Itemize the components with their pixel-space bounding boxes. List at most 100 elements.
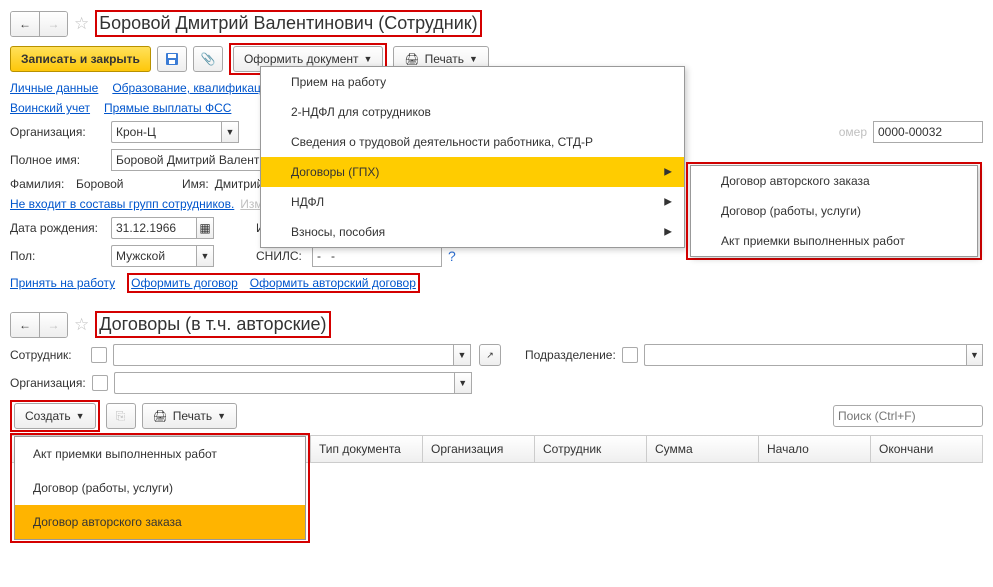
create-works[interactable]: Договор (работы, услуги)	[15, 471, 305, 505]
menu-ndfl-label: НДФЛ	[291, 195, 324, 209]
page-title: Боровой Дмитрий Валентинович (Сотрудник)	[95, 10, 481, 37]
printer-icon: 🖨	[153, 409, 168, 423]
dob-field[interactable]: ▦	[111, 217, 214, 239]
create-act[interactable]: Акт приемки выполненных работ	[15, 437, 305, 471]
sex-select[interactable]: ▼	[111, 245, 214, 267]
create-author[interactable]: Договор авторского заказа	[15, 505, 305, 539]
department-input[interactable]	[644, 344, 966, 366]
org-label: Организация:	[10, 125, 105, 139]
col-emp[interactable]: Сотрудник	[535, 436, 647, 462]
chevron-down-icon: ▼	[364, 54, 373, 64]
create-button[interactable]: Создать ▼	[14, 403, 96, 429]
not-in-groups-link[interactable]: Не входит в составы групп сотрудников.	[10, 197, 234, 211]
contract-link[interactable]: Оформить договор	[131, 276, 238, 290]
tab-personal[interactable]: Личные данные	[10, 81, 98, 95]
col-end[interactable]: Окончани	[871, 436, 982, 462]
submenu-act[interactable]: Акт приемки выполненных работ	[691, 226, 977, 256]
employee-lookup-button[interactable]: ↗	[479, 344, 501, 366]
forward-icon[interactable]: →	[39, 313, 67, 337]
org-input[interactable]	[111, 121, 221, 143]
create-menu-wrapper: Акт приемки выполненных работ Договор (р…	[10, 433, 310, 543]
submenu-arrow-icon: ▶	[664, 197, 672, 208]
back-icon[interactable]: ←	[11, 313, 39, 337]
printer-icon: 🖨	[404, 52, 419, 66]
menu-gpx[interactable]: Договоры (ГПХ) ▶	[261, 157, 684, 187]
sex-dropdown-icon[interactable]: ▼	[196, 245, 214, 267]
tab-education[interactable]: Образование, квалификация	[112, 81, 274, 95]
number-input[interactable]	[873, 121, 983, 143]
department-select[interactable]: ▼	[644, 344, 983, 366]
chevron-down-icon: ▼	[76, 411, 85, 421]
snils-input[interactable]	[312, 245, 442, 267]
tab-fss[interactable]: Прямые выплаты ФСС	[104, 101, 231, 115]
org2-label: Организация:	[10, 376, 86, 390]
back-icon[interactable]: ←	[11, 12, 39, 36]
gpx-submenu-wrapper: Договор авторского заказа Договор (работ…	[686, 162, 982, 260]
employee-select[interactable]: ▼	[113, 344, 473, 366]
org2-select[interactable]: ▼	[114, 372, 474, 394]
snils-label: СНИЛС:	[256, 249, 306, 263]
menu-std-r[interactable]: Сведения о трудовой деятельности работни…	[261, 127, 684, 157]
submenu-arrow-icon: ▶	[664, 167, 672, 178]
nav-back-forward[interactable]: ← →	[10, 11, 68, 37]
snils-hint-icon[interactable]: ?	[448, 248, 456, 264]
org-dropdown-icon[interactable]: ▼	[221, 121, 239, 143]
calendar-icon[interactable]: ▦	[196, 217, 214, 239]
save-button[interactable]	[157, 46, 187, 72]
print2-button[interactable]: 🖨 Печать ▼	[142, 403, 237, 429]
dob-input[interactable]	[111, 217, 196, 239]
name-label: Имя:	[182, 177, 209, 191]
org-select[interactable]: ▼	[111, 121, 239, 143]
col-org[interactable]: Организация	[423, 436, 535, 462]
favorite-star-icon-2[interactable]: ☆	[74, 315, 89, 335]
fullname-label: Полное имя:	[10, 153, 105, 167]
forward-icon[interactable]: →	[39, 12, 67, 36]
department-label: Подразделение:	[525, 348, 616, 362]
department-checkbox[interactable]	[622, 347, 638, 363]
submenu-author[interactable]: Договор авторского заказа	[691, 166, 977, 196]
col-doc-type[interactable]: Тип документа	[311, 436, 423, 462]
attachment-button[interactable]: 📎	[193, 46, 223, 72]
create-label: Создать	[25, 409, 71, 423]
employee-dropdown-icon[interactable]: ▼	[453, 344, 471, 366]
org2-input[interactable]	[114, 372, 454, 394]
menu-2ndfl[interactable]: 2-НДФЛ для сотрудников	[261, 97, 684, 127]
save-close-button[interactable]: Записать и закрыть	[10, 46, 151, 72]
create-document-label: Оформить документ	[244, 52, 359, 66]
surname-label: Фамилия:	[10, 177, 70, 191]
menu-contrib[interactable]: Взносы, пособия ▶	[261, 217, 684, 247]
menu-ndfl[interactable]: НДФЛ ▶	[261, 187, 684, 217]
sex-label: Пол:	[10, 249, 105, 263]
copy-button[interactable]: ⎘	[106, 403, 136, 429]
menu-hire[interactable]: Прием на работу	[261, 67, 684, 97]
submenu-works[interactable]: Договор (работы, услуги)	[691, 196, 977, 226]
tab-military[interactable]: Воинский учет	[10, 101, 90, 115]
employee-input[interactable]	[113, 344, 453, 366]
employee-label: Сотрудник:	[10, 348, 85, 362]
sex-input[interactable]	[111, 245, 196, 267]
author-contract-link[interactable]: Оформить авторский договор	[250, 276, 416, 290]
number-label: омер	[839, 125, 867, 139]
search-input[interactable]	[833, 405, 983, 427]
print2-label: Печать	[173, 409, 212, 423]
paperclip-icon: 📎	[200, 52, 215, 66]
favorite-star-icon[interactable]: ☆	[74, 14, 89, 34]
copy-icon: ⎘	[116, 409, 126, 424]
dob-label: Дата рождения:	[10, 221, 105, 235]
submenu-arrow-icon: ▶	[664, 227, 672, 238]
surname-value: Боровой	[76, 177, 176, 191]
col-start[interactable]: Начало	[759, 436, 871, 462]
menu-gpx-label: Договоры (ГПХ)	[291, 165, 379, 179]
create-menu: Акт приемки выполненных работ Договор (р…	[14, 436, 306, 540]
document-dropdown: Прием на работу 2-НДФЛ для сотрудников С…	[260, 66, 685, 248]
chevron-down-icon: ▼	[217, 411, 226, 421]
menu-contrib-label: Взносы, пособия	[291, 225, 385, 239]
nav-back-forward-2[interactable]: ← →	[10, 312, 68, 338]
org2-checkbox[interactable]	[92, 375, 108, 391]
col-sum[interactable]: Сумма	[647, 436, 759, 462]
hire-link[interactable]: Принять на работу	[10, 276, 115, 290]
department-dropdown-icon[interactable]: ▼	[966, 344, 983, 366]
org2-dropdown-icon[interactable]: ▼	[454, 372, 472, 394]
employee-checkbox[interactable]	[91, 347, 107, 363]
print-label: Печать	[425, 52, 464, 66]
